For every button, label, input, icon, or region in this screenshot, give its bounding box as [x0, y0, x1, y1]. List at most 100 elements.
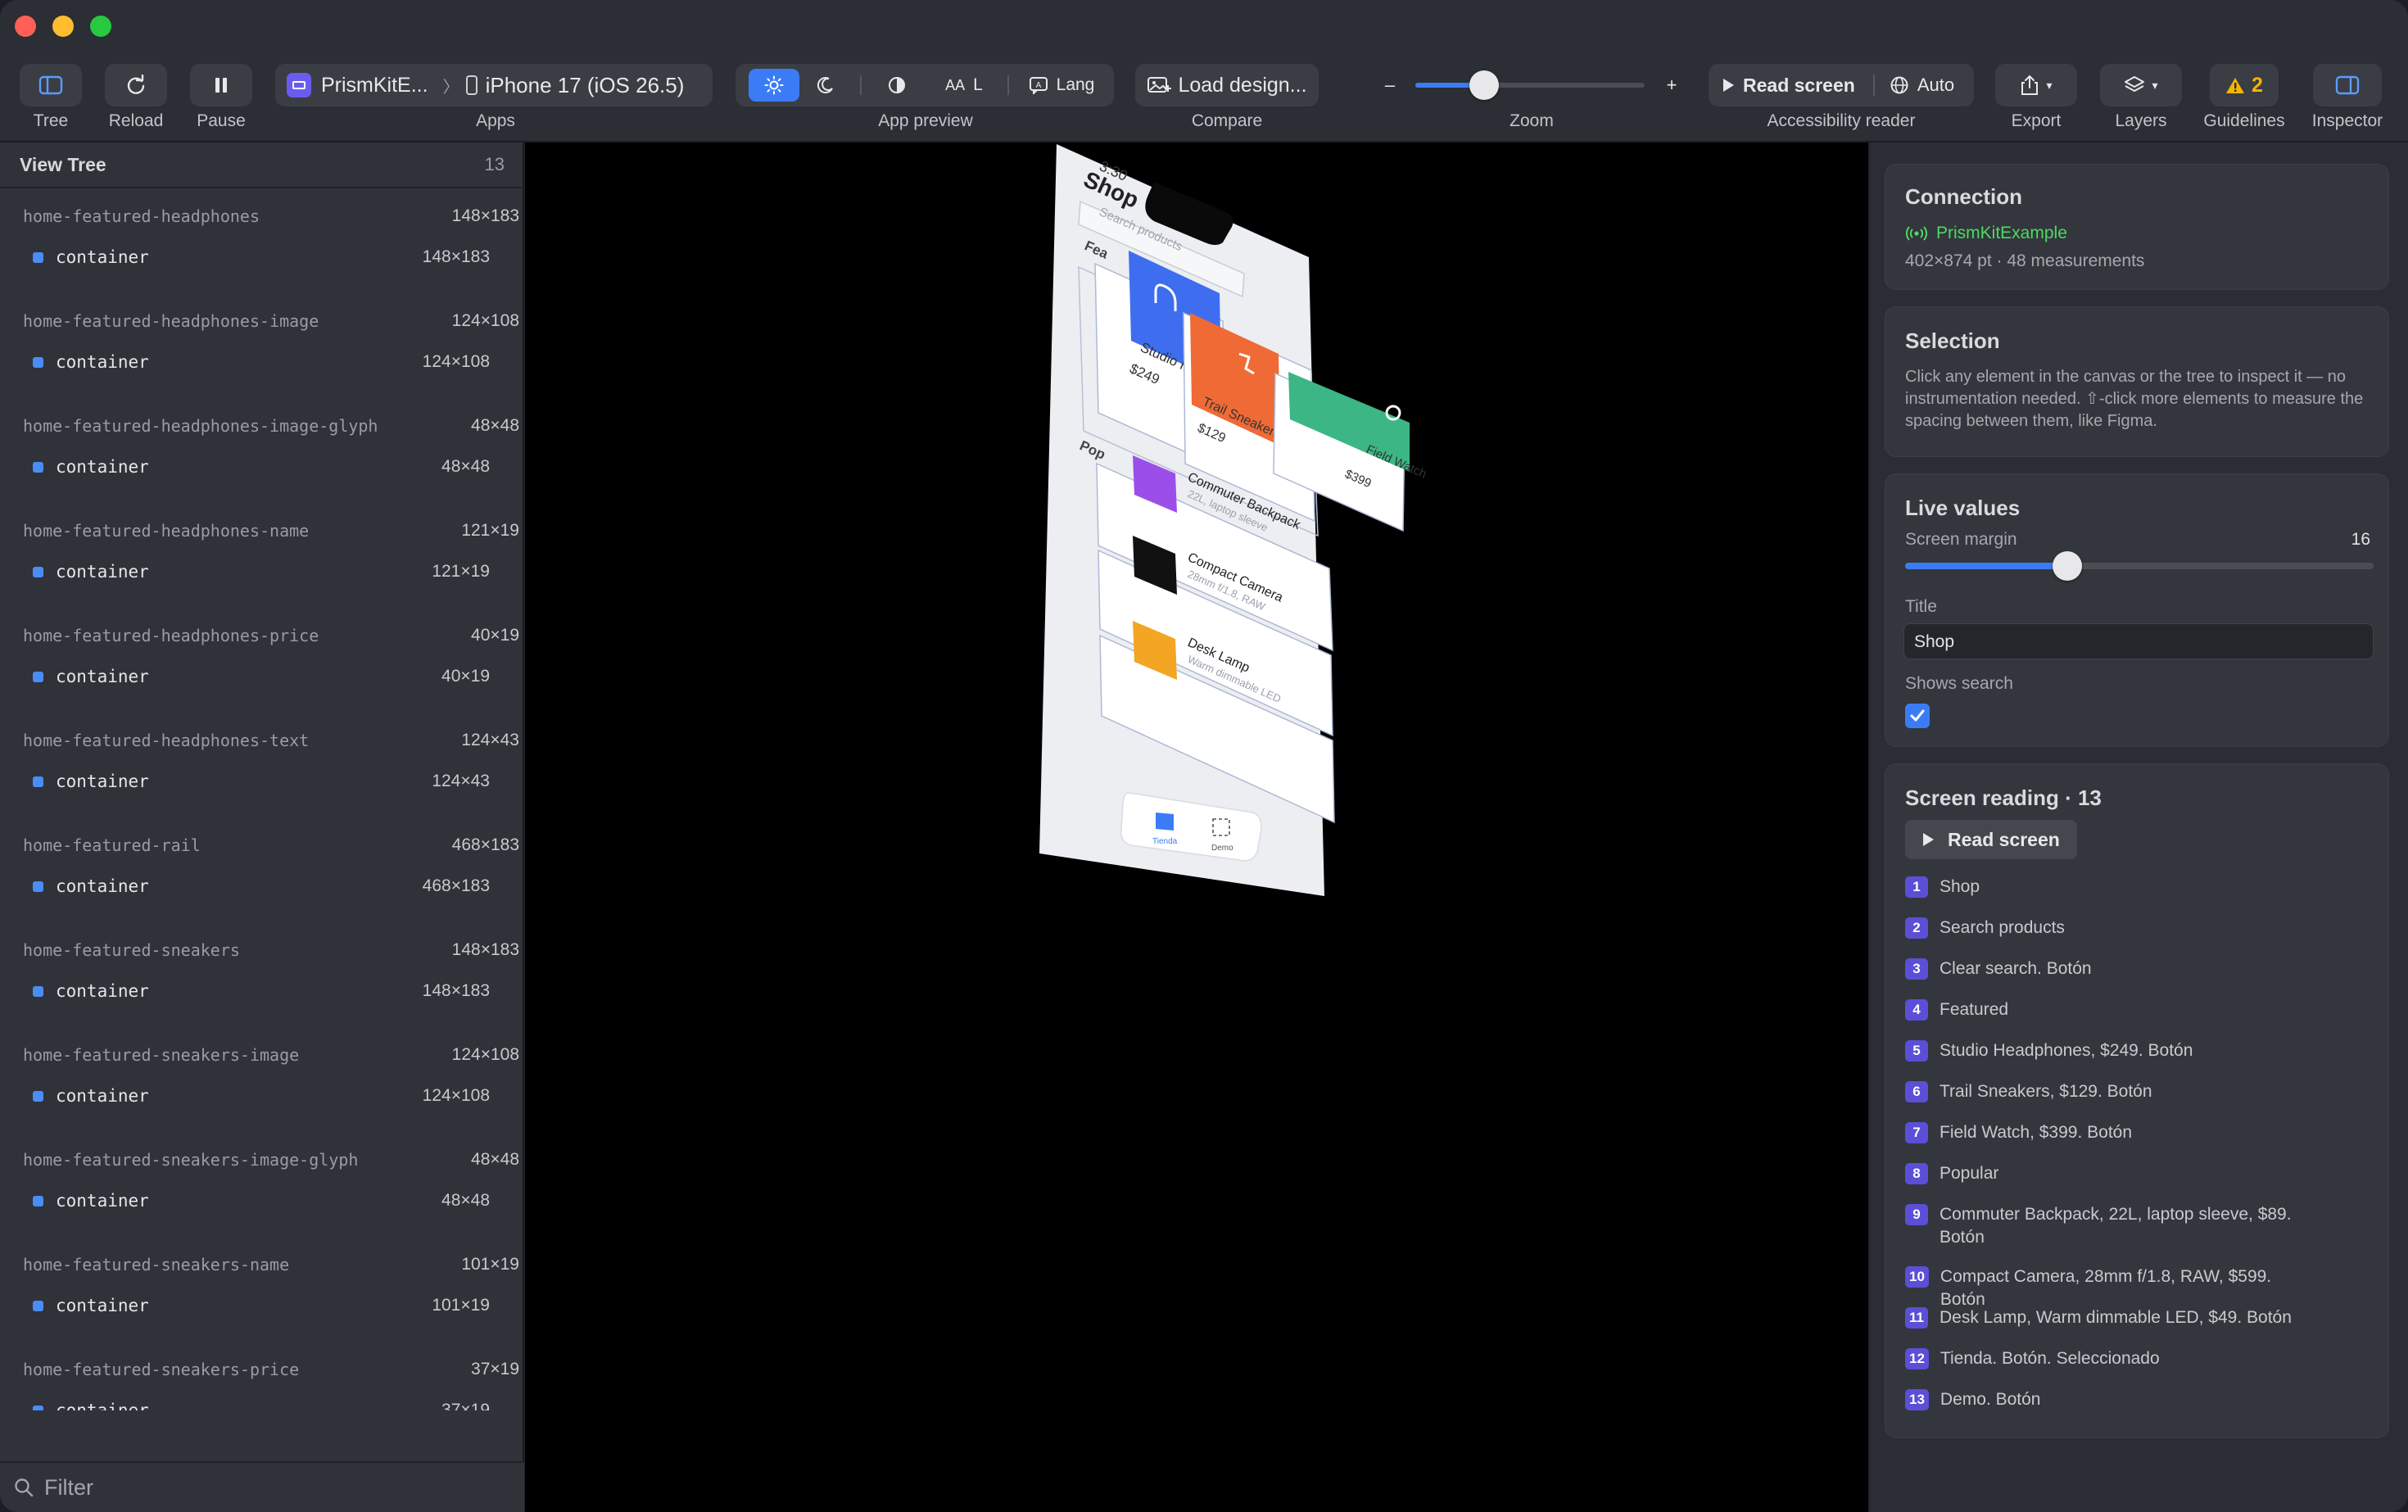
tree-child-name[interactable]: container: [56, 981, 149, 1001]
tree-child-name[interactable]: container: [56, 1401, 149, 1410]
tree-child-name[interactable]: container: [56, 876, 149, 896]
tree-child-size: 148×183: [422, 247, 490, 266]
tree-node[interactable]: home-featured-headphones 148×183 container…: [0, 190, 524, 295]
dark-mode-button[interactable]: [803, 69, 849, 102]
screen-reading-item[interactable]: 9 Commuter Backpack, 22L, laptop sleeve, …: [1905, 1203, 2300, 1249]
container-square-icon: [33, 1301, 43, 1311]
light-mode-button[interactable]: [749, 69, 799, 102]
tree-node[interactable]: home-featured-sneakers-name 101×19 contain…: [0, 1238, 524, 1343]
connection-card: Connection PrismKitExample 402×874 pt · …: [1885, 164, 2389, 290]
reading-index-badge: 13: [1905, 1389, 1929, 1410]
screen-reading-item[interactable]: 4 Featured: [1905, 998, 2008, 1021]
container-square-icon: [33, 986, 43, 997]
tree-node[interactable]: home-featured-headphones-text 124×43 conta…: [0, 714, 524, 819]
lang-button[interactable]: A Lang: [1016, 69, 1107, 102]
tree-child-size: 468×183: [422, 876, 490, 895]
guidelines-button[interactable]: 2: [2210, 64, 2279, 106]
tree-child-name[interactable]: container: [56, 772, 149, 791]
tree-node[interactable]: home-featured-headphones-image-glyph 48×4…: [0, 400, 524, 505]
broadcast-icon: [1906, 226, 1927, 241]
tree-child-name[interactable]: container: [56, 1191, 149, 1211]
tree-node-size: 48×48: [471, 1150, 519, 1169]
reading-index-badge: 7: [1905, 1122, 1928, 1143]
export-menu-button[interactable]: ▾: [1995, 64, 2077, 106]
read-screen-button[interactable]: Read screen: [1722, 75, 1855, 97]
reading-item-text: Trail Sneakers, $129. Botón: [1940, 1082, 2152, 1101]
screen-reading-item[interactable]: 6 Trail Sneakers, $129. Botón: [1905, 1080, 2152, 1103]
accessibility-reader-label: Accessibility reader: [1767, 111, 1916, 130]
tree-child-size: 101×19: [432, 1296, 490, 1315]
tree-node[interactable]: home-featured-sneakers-image-glyph 48×48 c…: [0, 1134, 524, 1238]
store-tab-icon[interactable]: [1156, 813, 1174, 831]
tree-node[interactable]: home-featured-sneakers 148×183 container 14…: [0, 924, 524, 1029]
view-tree-header: View Tree 13: [0, 143, 524, 188]
screen-reading-item[interactable]: 10 Compact Camera, 28mm f/1.8, RAW, $599.…: [1905, 1265, 2301, 1311]
tree-node[interactable]: home-featured-headphones-price 40×19 conta…: [0, 609, 524, 714]
screen-reading-item[interactable]: 11 Desk Lamp, Warm dimmable LED, $49. Bot…: [1905, 1306, 2292, 1329]
exploded-view[interactable]: 3:30 Shop Search products Fea Studio Hea…: [525, 143, 1868, 1512]
divider: [1872, 75, 1875, 96]
preview-canvas[interactable]: 3:30 Shop Search products Fea Studio Hea…: [525, 143, 1868, 1512]
reload-label: Reload: [108, 111, 164, 130]
inspector-label: Inspector: [2311, 111, 2383, 130]
tree-child-name[interactable]: container: [56, 1296, 149, 1315]
close-window-button[interactable]: [15, 16, 36, 37]
chevron-down-icon: ▾: [2046, 78, 2053, 92]
text-size-button[interactable]: AA L: [926, 69, 1003, 102]
title-bar: [0, 0, 2408, 54]
divider: [1007, 75, 1009, 95]
contrast-button[interactable]: [873, 69, 921, 102]
load-design-button[interactable]: Load design...: [1135, 64, 1319, 106]
screen-reading-item[interactable]: 7 Field Watch, $399. Botón: [1905, 1121, 2132, 1144]
screen-margin-slider[interactable]: [1905, 551, 2374, 581]
share-icon: [2021, 75, 2039, 95]
tree-child-name[interactable]: container: [56, 667, 149, 686]
screen-reading-item[interactable]: 8 Popular: [1905, 1162, 1998, 1185]
screen-reading-read-button[interactable]: Read screen: [1905, 820, 2077, 859]
tree-node[interactable]: home-featured-headphones-image 124×108 con…: [0, 295, 524, 400]
zoom-slider-thumb[interactable]: [1469, 70, 1499, 100]
screen-reading-item[interactable]: 1 Shop: [1905, 876, 1980, 899]
container-square-icon: [33, 1406, 43, 1410]
pause-button[interactable]: [190, 64, 252, 106]
sidebar-left-icon: [38, 75, 63, 95]
tree-node[interactable]: home-featured-headphones-name 121×19 conta…: [0, 505, 524, 609]
tree-child-name[interactable]: container: [56, 457, 149, 477]
screen-reading-item[interactable]: 3 Clear search. Botón: [1905, 957, 2092, 980]
screen-reading-item[interactable]: 12 Tienda. Botón. Seleccionado: [1905, 1347, 2160, 1370]
minimize-window-button[interactable]: [52, 16, 74, 37]
inspector-toggle-button[interactable]: [2313, 64, 2382, 106]
auto-language-button[interactable]: Auto: [1890, 75, 1954, 96]
layers-menu-button[interactable]: ▾: [2100, 64, 2182, 106]
tree-child-name[interactable]: container: [56, 1086, 149, 1106]
chevron-right-icon: 〉: [442, 78, 459, 97]
checkmark-icon: [1910, 709, 1925, 722]
tree-node[interactable]: home-featured-rail 468×183 container 468×18…: [0, 819, 524, 924]
tree-child-name[interactable]: container: [56, 352, 149, 372]
tree-child-name[interactable]: container: [56, 247, 149, 267]
screen-reading-item[interactable]: 2 Search products: [1905, 917, 2065, 939]
live-values-title: Live values: [1905, 496, 2021, 520]
tree-node[interactable]: home-featured-sneakers-price 37×19 contain…: [0, 1343, 524, 1410]
app-device-picker[interactable]: PrismKitE... 〉 iPhone 17 (iOS 26.5): [275, 64, 713, 106]
reload-button[interactable]: [105, 64, 167, 106]
globe-icon: [1890, 76, 1908, 94]
screen-margin-slider-thumb[interactable]: [2053, 551, 2082, 581]
title-input[interactable]: Shop: [1903, 623, 2374, 659]
tree-child-name[interactable]: container: [56, 562, 149, 582]
zoom-window-button[interactable]: [90, 16, 111, 37]
tree-child-size: 148×183: [422, 981, 490, 1000]
screen-reading-item[interactable]: 13 Demo. Botón: [1905, 1388, 2041, 1411]
divider: [860, 75, 862, 95]
zoom-slider[interactable]: [1415, 70, 1645, 100]
shows-search-checkbox[interactable]: [1905, 704, 1930, 728]
reading-item-text: Tienda. Botón. Seleccionado: [1940, 1349, 2160, 1368]
zoom-in-button[interactable]: +: [1658, 64, 1686, 106]
sidebar-right-icon: [2335, 75, 2360, 95]
tree-node-name: home-featured-headphones-price: [23, 626, 319, 645]
tree-node[interactable]: home-featured-sneakers-image 124×108 conta…: [0, 1029, 524, 1134]
filter-field[interactable]: Filter: [0, 1461, 524, 1512]
screen-reading-item[interactable]: 5 Studio Headphones, $249. Botón: [1905, 1039, 2193, 1062]
tree-toggle-button[interactable]: [20, 64, 82, 106]
zoom-out-button[interactable]: –: [1376, 64, 1404, 106]
